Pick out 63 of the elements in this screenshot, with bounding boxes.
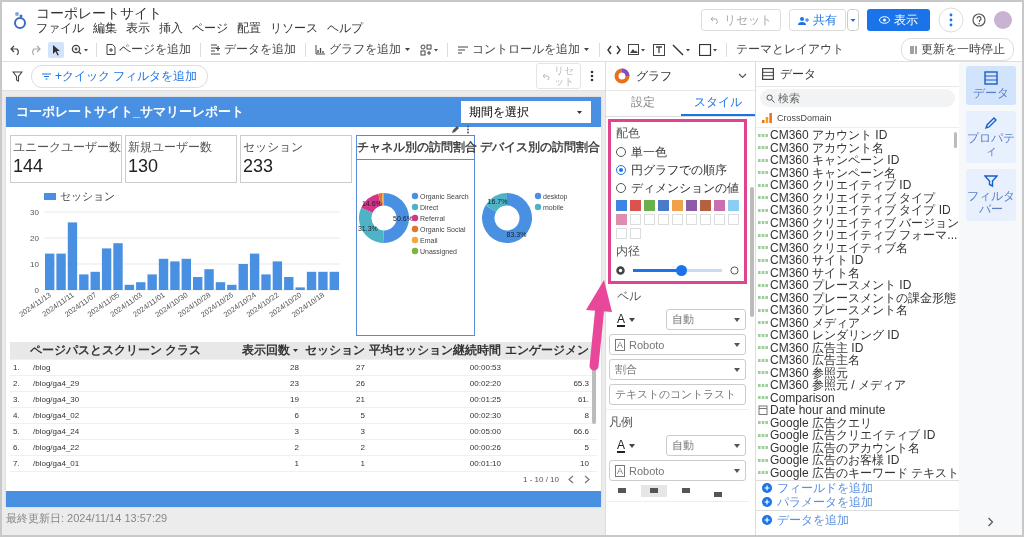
table-cell-text: 00:02:20: [468, 379, 501, 388]
table-cell-text: 27: [355, 363, 365, 372]
legend-label: セッション: [60, 189, 115, 204]
report-title: コーポレートサイト_サマリーレポート: [16, 103, 245, 121]
table-cell-text: 21: [355, 395, 365, 404]
last-updated-text: 最終更新日: 2024/11/14 13:57:29: [6, 511, 169, 526]
table-cell-text: /blog/ga4_02: [32, 411, 81, 420]
row-number: 2.: [12, 379, 21, 388]
row-number: 6.: [12, 443, 21, 452]
table-cell-text: /blog/ga4_24: [32, 427, 81, 436]
axis-label: 0: [34, 286, 39, 295]
axis-label: 20: [30, 234, 39, 243]
table-cell-text: 65.3: [572, 379, 589, 388]
table-cell-text: 5: [359, 411, 365, 420]
scorecard-label: セッション: [243, 139, 304, 156]
table-cell-text: 61.: [576, 395, 589, 404]
table-cell-text: 8: [583, 411, 589, 420]
table-cell-text: 2: [293, 443, 299, 452]
table-cell-text: 10: [579, 459, 589, 468]
section-heading: ベル: [616, 288, 642, 305]
table-cell-text: 00:01:10: [468, 459, 501, 468]
table-cell-text: 66.6: [572, 427, 589, 436]
row-number: 7.: [12, 459, 21, 468]
table-cell-text: 19: [289, 395, 299, 404]
table-cell-text: /blog/ga4_22: [32, 443, 81, 452]
panel-title: グラフ: [636, 67, 672, 85]
document-title: コーポレートサイト: [36, 4, 163, 21]
section-heading: 配色: [616, 125, 641, 142]
table-cell-text: 26: [355, 379, 365, 388]
data-source-name: CrossDomain: [777, 113, 832, 123]
panel-title: データ: [780, 65, 816, 83]
scorecard-value: 233: [243, 156, 275, 177]
table-cell-text: 5: [583, 443, 589, 452]
table-cell-text: /blog/ga4_29: [32, 379, 81, 388]
scorecard-label: 新規ユーザー数: [128, 139, 213, 156]
table-cell-text: 1: [293, 459, 299, 468]
table-cell-text: 3: [359, 427, 365, 436]
table-cell-text: /blog/ga4_01: [32, 459, 81, 468]
table-cell-text: 00:01:25: [468, 395, 501, 404]
table-cell-text: 23: [289, 379, 299, 388]
row-number: 1.: [12, 363, 21, 372]
section-heading: 凡例: [609, 414, 634, 431]
table-cell-text: 1: [359, 459, 365, 468]
row-number: 5.: [12, 427, 21, 436]
table-cell-text: 00:00:26: [468, 443, 501, 452]
axis-label: 10: [30, 260, 39, 269]
table-cell-text: 00:05:00: [468, 427, 501, 436]
pagination-text: 1 - 10 / 10: [522, 475, 559, 484]
row-number: 4.: [12, 411, 21, 420]
scorecard-value: 144: [13, 156, 45, 177]
table-cell-text: /blog/ga4_30: [32, 395, 81, 404]
table-cell-text: 3: [293, 427, 299, 436]
scorecard-label: ユニークユーザー数: [13, 139, 119, 156]
table-cell-text: 00:00:53: [468, 363, 501, 372]
row-number: 3.: [12, 395, 21, 404]
table-cell-text: /blog: [32, 363, 52, 372]
table-cell-text: 28: [289, 363, 299, 372]
table-cell-text: 6: [293, 411, 299, 420]
axis-label: 30: [30, 208, 39, 217]
table-cell-text: 00:02:30: [468, 411, 501, 420]
table-cell-text: 2: [359, 443, 365, 452]
section-heading: 内径: [616, 243, 641, 260]
scorecard-value: 130: [128, 156, 160, 177]
